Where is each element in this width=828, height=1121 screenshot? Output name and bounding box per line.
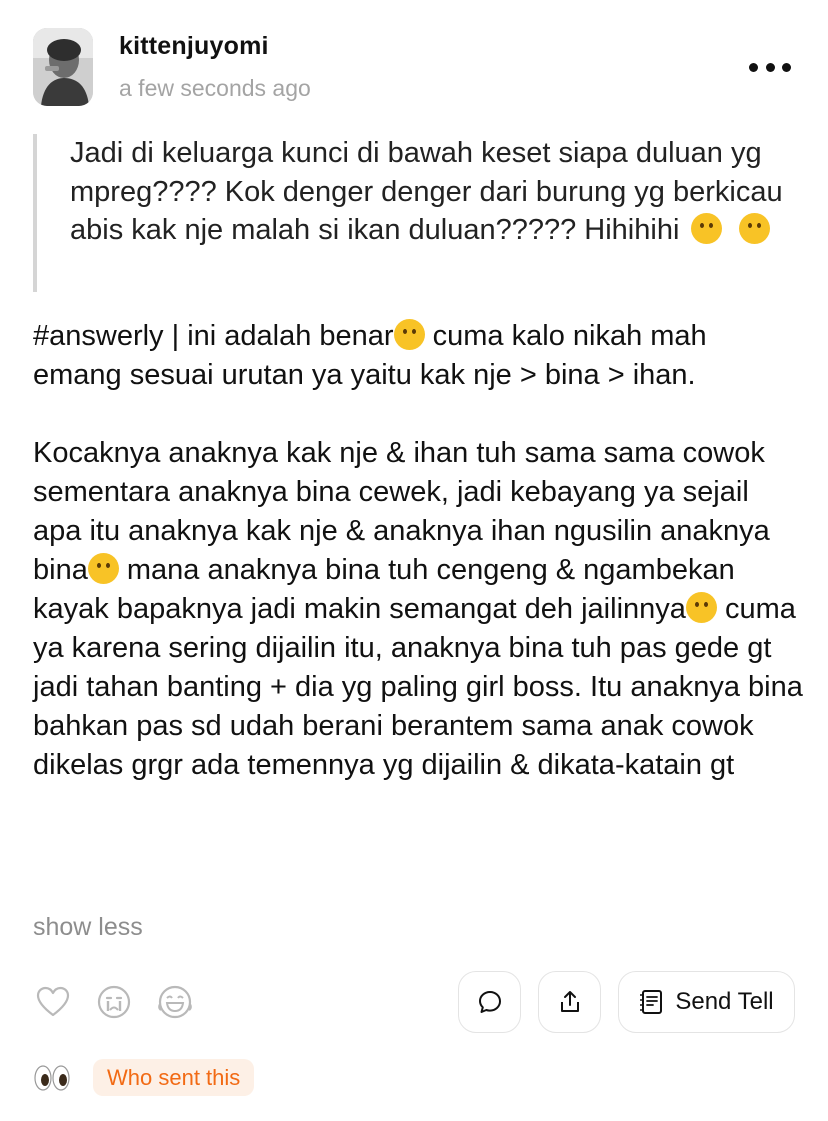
laughing-face-icon[interactable]	[157, 984, 193, 1020]
more-options-icon[interactable]	[749, 58, 791, 76]
question-quote: Jadi di keluarga kunci di bawah keset si…	[33, 134, 793, 292]
show-less-link[interactable]: show less	[33, 913, 143, 942]
who-sent-this-button[interactable]: Who sent this	[93, 1059, 255, 1096]
eyes-icon	[33, 1063, 71, 1093]
send-tell-button[interactable]: Send Tell	[618, 971, 795, 1033]
heart-icon[interactable]	[35, 984, 71, 1020]
question-tail: Hihihihi	[584, 214, 680, 246]
action-bar: Send Tell	[33, 968, 795, 1038]
answer-p2-middle: mana anaknya bina tuh cengeng & ngambeka…	[33, 554, 743, 625]
crying-face-icon[interactable]	[96, 984, 132, 1020]
more-dot	[749, 62, 758, 72]
answer-paragraph-1: #answerly | ini adalah benar cuma kalo n…	[33, 317, 803, 395]
more-dot	[765, 62, 775, 72]
send-tell-label: Send Tell	[675, 988, 774, 1015]
kissing-face-icon	[393, 319, 425, 350]
answer-body: #answerly | ini adalah benar cuma kalo n…	[33, 317, 803, 785]
answer-p1-start: #answerly | ini adalah benar	[33, 320, 394, 352]
slightly-smiling-face-icon	[685, 592, 717, 623]
comment-bubble-icon	[478, 991, 501, 1013]
face-with-hand-over-mouth-icon	[738, 213, 770, 244]
post-header: kittenjuyomi a few seconds ago	[33, 28, 795, 108]
avatar[interactable]	[33, 28, 93, 106]
comment-button[interactable]	[458, 971, 521, 1033]
username[interactable]: kittenjuyomi	[119, 32, 269, 61]
question-text: Jadi di keluarga kunci di bawah keset si…	[70, 134, 793, 250]
grinning-face-icon	[87, 553, 119, 584]
post-timestamp: a few seconds ago	[119, 75, 311, 101]
share-button[interactable]	[538, 971, 601, 1033]
more-dot	[782, 62, 791, 72]
answer-paragraph-2: Kocaknya anaknya kak nje & ihan tuh sama…	[33, 434, 803, 785]
share-icon	[560, 991, 579, 1012]
face-with-open-eyes-and-hand-over-mouth-icon	[691, 213, 723, 244]
note-icon	[640, 990, 663, 1014]
avatar-photo	[33, 28, 93, 106]
